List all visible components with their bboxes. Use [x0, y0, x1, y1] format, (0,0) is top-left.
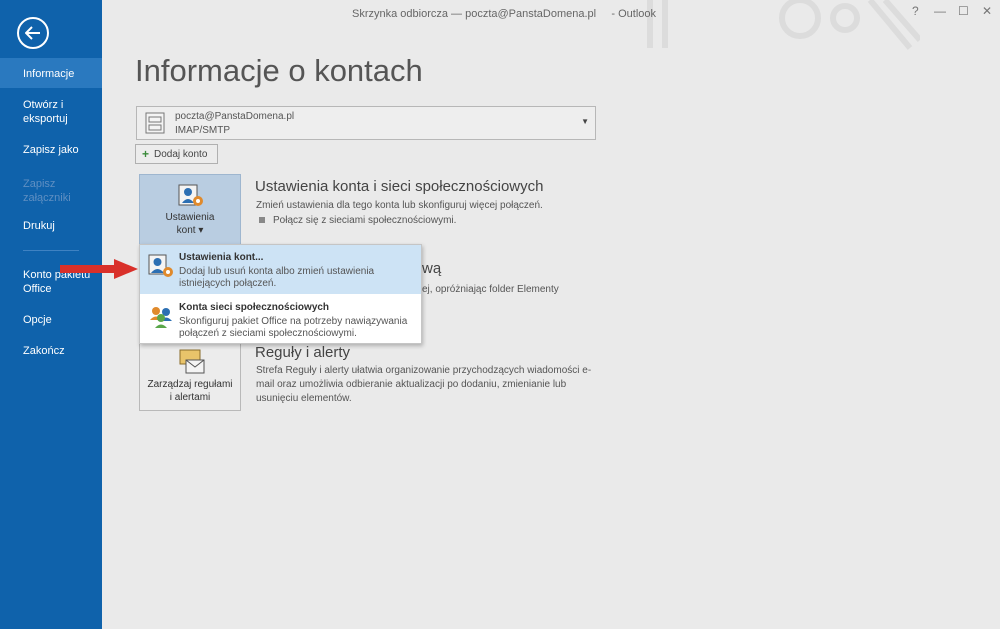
settings-section-bullet: Połącz się z sieciami społecznościowymi.: [259, 214, 456, 228]
menu-item-title: Konta sieci społecznościowych: [179, 302, 330, 313]
settings-section-desc: Zmień ustawienia dla tego konta lub skon…: [256, 200, 543, 211]
help-button[interactable]: ?: [912, 4, 919, 18]
account-settings-icon: [178, 184, 203, 206]
account-settings-dropdown: Ustawienia kont... Dodaj lub usuń konta …: [139, 244, 422, 344]
menu-item-account-settings[interactable]: Ustawienia kont... Dodaj lub usuń konta …: [140, 245, 421, 294]
rules-section-desc: Strefa Reguły i alerty ułatwia organizow…: [256, 365, 592, 404]
account-settings-label: Ustawienia kont ▾: [165, 212, 215, 236]
account-settings-icon: [148, 254, 173, 277]
account-email: poczta@PanstaDomena.pl: [175, 111, 295, 122]
nav-item-zapisz-zalaczniki: Zapisz załączniki: [0, 177, 102, 205]
maximize-button[interactable]: ☐: [958, 4, 969, 18]
nav-item-otworz-eksportuj[interactable]: Otwórz i eksportuj: [0, 98, 102, 128]
plus-icon: +: [142, 147, 150, 161]
title-bar: Skrzynka odbiorcza — poczta@PanstaDomena…: [102, 0, 1000, 28]
settings-section-title: Ustawienia konta i sieci społecznościowy…: [255, 178, 544, 195]
nav-item-zakoncz[interactable]: Zakończ: [0, 344, 102, 358]
menu-item-desc: Skonfiguruj pakiet Office na potrzeby na…: [179, 316, 408, 339]
menu-item-desc: Dodaj lub usuń konta albo zmień ustawien…: [179, 266, 375, 289]
account-selector[interactable]: poczta@PanstaDomena.pl IMAP/SMTP ▼: [136, 106, 596, 140]
cleanup-section-desc: ej, opróżniając folder Elementy: [422, 284, 559, 295]
window-title: Skrzynka odbiorcza — poczta@PanstaDomena…: [352, 8, 657, 20]
manage-rules-label: Zarządzaj regułami i alertami: [147, 379, 233, 403]
cleanup-section-title: wą: [422, 260, 442, 277]
bullet-icon: [259, 217, 265, 224]
add-account-label: Dodaj konto: [154, 148, 208, 160]
close-button[interactable]: ✕: [982, 4, 992, 18]
chevron-down-icon: ▼: [581, 117, 589, 126]
nav-item-drukuj[interactable]: Drukuj: [0, 219, 102, 233]
nav-label: Otwórz i eksportuj: [23, 99, 68, 125]
nav-label: Zapisz załączniki: [23, 178, 71, 204]
menu-item-title: Ustawienia kont...: [179, 252, 264, 263]
nav-item-informacje[interactable]: Informacje: [0, 58, 102, 88]
menu-item-social-networks[interactable]: Konta sieci społecznościowych Skonfiguru…: [140, 295, 421, 344]
account-settings-tile[interactable]: Ustawienia kont ▾: [139, 174, 241, 250]
nav-divider: [23, 250, 79, 251]
social-network-icon: [150, 307, 172, 328]
rules-alerts-icon: [179, 349, 205, 374]
page-title: Informacje o kontach: [135, 53, 423, 88]
manage-rules-tile[interactable]: Zarządzaj regułami i alertami: [139, 340, 241, 411]
minimize-button[interactable]: —: [934, 4, 946, 18]
rules-section-title: Reguły i alerty: [255, 344, 351, 361]
nav-item-zapisz-jako[interactable]: Zapisz jako: [0, 143, 102, 157]
arrow-left-icon: [25, 26, 40, 40]
account-type: IMAP/SMTP: [175, 125, 231, 136]
mailbox-icon: [145, 112, 165, 134]
nav-item-opcje[interactable]: Opcje: [0, 313, 102, 327]
add-account-button[interactable]: + Dodaj konto: [135, 144, 218, 164]
back-button[interactable]: [17, 17, 49, 49]
red-arrow-icon: [60, 259, 138, 279]
backstage-sidebar: Informacje Otwórz i eksportuj Zapisz jako…: [0, 0, 102, 629]
